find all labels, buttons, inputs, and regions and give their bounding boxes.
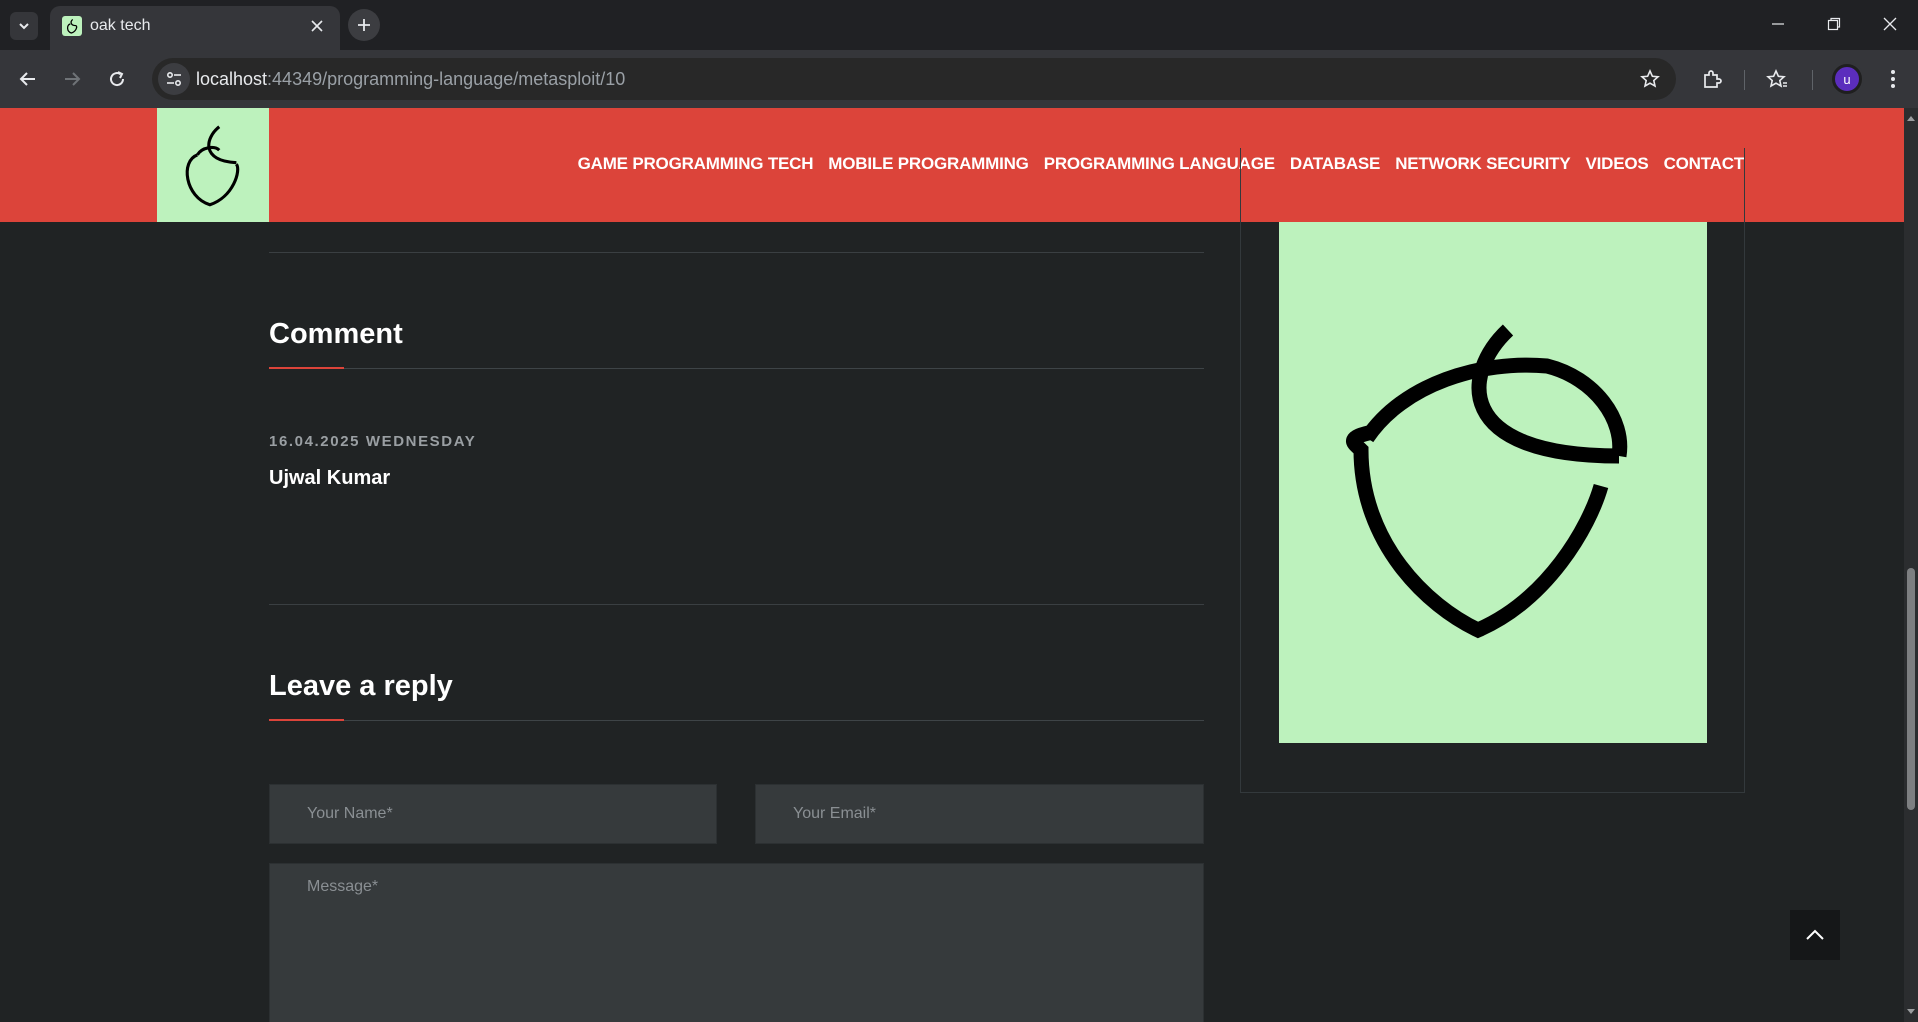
scroll-up-arrow-icon[interactable] [1907,114,1915,122]
page-scrollbar[interactable] [1904,108,1918,1022]
url-path: :44349/programming-language/metasploit/1… [267,69,626,89]
acorn-icon [185,125,240,207]
new-tab-button[interactable] [348,9,380,41]
close-icon[interactable] [306,15,328,37]
browser-toolbar: localhost:44349/programming-language/met… [0,50,1918,108]
name-placeholder: Your Name* [307,805,393,822]
chevron-up-icon [1806,929,1824,940]
profile-avatar[interactable]: u [1832,64,1862,94]
email-field[interactable]: Your Email* [755,784,1204,844]
url-host: localhost [196,69,268,89]
restore-icon [1827,17,1841,31]
extensions-icon[interactable] [1697,64,1727,94]
url-text: localhost:44349/programming-language/met… [196,69,625,90]
minimize-icon [1772,23,1784,25]
plus-icon [358,19,370,31]
comment-author: Ujwal Kumar [269,467,391,489]
heading-accent [269,367,344,369]
toolbar-separator [1744,70,1745,90]
nav-link-game-programming-tech[interactable]: GAME PROGRAMMING TECH [578,154,814,174]
toolbar-separator [1812,70,1813,90]
site-info-icon[interactable] [158,63,190,95]
browser-tab[interactable]: oak tech [50,6,340,50]
restore-button[interactable] [1814,8,1854,40]
heading-rule [269,720,1204,721]
comment-date: 16.04.2025 WEDNESDAY [269,433,477,450]
back-button[interactable] [13,64,43,94]
message-field[interactable]: Message* [269,863,1204,1022]
bookmarks-icon[interactable] [1762,64,1792,94]
heading-accent [269,719,344,721]
scroll-thumb[interactable] [1907,568,1915,810]
reply-heading: Leave a reply [269,670,453,702]
arrow-right-icon [65,72,81,86]
site-logo[interactable] [157,108,269,222]
heading-rule [269,368,1204,369]
minimize-button[interactable] [1758,8,1798,40]
sidebar-image [1279,222,1707,743]
arrow-left-icon [19,72,35,86]
message-placeholder: Message* [307,878,379,895]
reload-icon [110,71,125,87]
acorn-icon [1346,324,1628,638]
comments-heading: Comment [269,318,403,350]
email-placeholder: Your Email* [793,805,877,822]
close-window-button[interactable] [1870,8,1910,40]
scroll-down-arrow-icon[interactable] [1907,1008,1915,1016]
more-menu-icon[interactable] [1878,64,1908,94]
tab-title: oak tech [90,17,151,34]
address-bar[interactable]: localhost:44349/programming-language/met… [152,58,1676,100]
acorn-icon [62,16,82,36]
close-icon [1883,17,1897,31]
page-viewport: GAME PROGRAMMING TECH MOBILE PROGRAMMING… [0,108,1904,1022]
reload-button[interactable] [102,64,132,94]
section-divider [269,604,1204,605]
forward-button[interactable] [57,64,87,94]
nav-link-mobile-programming[interactable]: MOBILE PROGRAMMING [828,154,1029,174]
tab-search-button[interactable] [10,12,38,40]
bookmark-star-icon[interactable] [1638,67,1662,91]
browser-tab-bar: oak tech [0,0,1918,50]
section-divider [269,252,1204,253]
name-field[interactable]: Your Name* [269,784,717,844]
chevron-down-icon [19,23,29,30]
back-to-top-button[interactable] [1790,910,1840,960]
